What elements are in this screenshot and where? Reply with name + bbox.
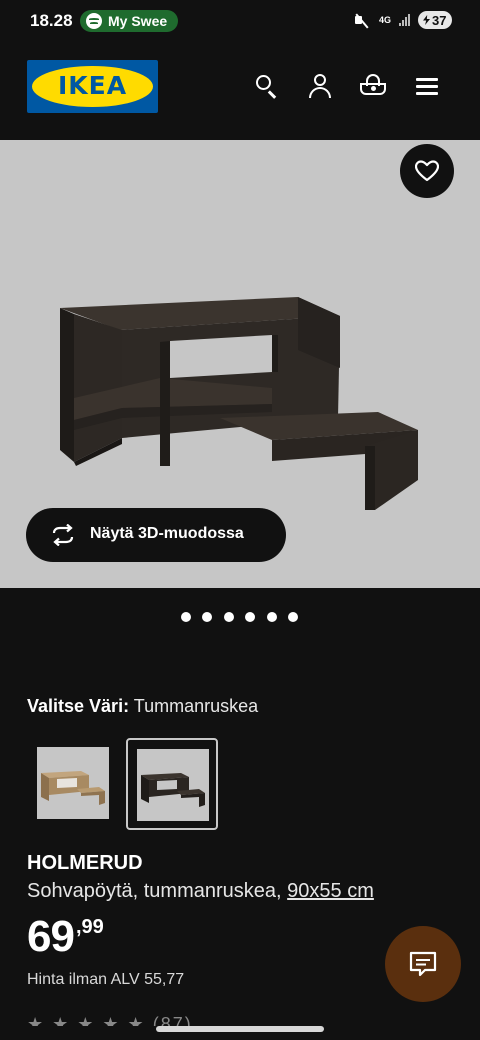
rating-count: (87) bbox=[152, 1014, 193, 1026]
product-image-gallery[interactable]: Näytä 3D-muodossa bbox=[0, 140, 480, 588]
network-type: 4G bbox=[378, 14, 391, 25]
menu-icon bbox=[416, 78, 438, 81]
profile-button[interactable] bbox=[304, 70, 336, 102]
carousel-dot[interactable] bbox=[224, 612, 234, 622]
spotify-icon bbox=[86, 13, 102, 29]
product-name: HOLMERUD bbox=[27, 852, 143, 874]
oak-table-thumbnail bbox=[37, 747, 109, 819]
dark-brown-table-thumbnail bbox=[137, 749, 209, 821]
logo-wordmark: IKEA bbox=[57, 71, 128, 100]
chat-icon bbox=[409, 951, 437, 977]
profile-icon bbox=[314, 74, 326, 86]
favourite-button[interactable] bbox=[400, 144, 454, 198]
product-description: Sohvapöytä, tummanruskea, 90x55 cm bbox=[27, 880, 374, 903]
status-bar: 18.28 My Swee 4G 37 bbox=[0, 0, 480, 40]
home-indicator[interactable] bbox=[156, 1026, 324, 1032]
battery-indicator: 37 bbox=[418, 11, 452, 29]
product-description-text: Sohvapöytä, tummanruskea, bbox=[27, 880, 282, 902]
chat-button[interactable] bbox=[385, 926, 461, 1002]
view-3d-button[interactable]: Näytä 3D-muodossa bbox=[26, 508, 286, 562]
charging-icon bbox=[423, 15, 430, 25]
rating-row[interactable]: ★ ★ ★ ★ ★ (87) bbox=[27, 1014, 193, 1026]
rating-stars-icon: ★ ★ ★ ★ ★ bbox=[27, 1014, 146, 1026]
status-indicators: 4G 37 bbox=[353, 11, 452, 29]
carousel-dot[interactable] bbox=[267, 612, 277, 622]
carousel-dot[interactable] bbox=[245, 612, 255, 622]
carousel-dot[interactable] bbox=[288, 612, 298, 622]
colour-option-dark-brown[interactable] bbox=[126, 738, 218, 830]
price-integer: 69 bbox=[27, 912, 75, 961]
product-dimensions-link[interactable]: 90x55 cm bbox=[287, 880, 374, 902]
app-header: IKEA bbox=[0, 40, 480, 140]
status-time: 18.28 bbox=[30, 11, 73, 30]
price-excluding-vat: Hinta ilman ALV 55,77 bbox=[27, 971, 185, 988]
cart-button[interactable] bbox=[357, 70, 389, 102]
rotate-3d-icon bbox=[52, 524, 74, 546]
product-price: 69,99 bbox=[27, 912, 104, 962]
heart-icon bbox=[415, 160, 439, 182]
now-playing-pill[interactable]: My Swee bbox=[80, 10, 178, 32]
signal-icon bbox=[399, 14, 410, 26]
carousel-dot[interactable] bbox=[181, 612, 191, 622]
colour-label: Valitse Väri: bbox=[27, 696, 130, 716]
ikea-logo[interactable]: IKEA bbox=[27, 60, 158, 113]
product-image bbox=[60, 297, 418, 510]
search-button[interactable] bbox=[250, 70, 282, 102]
mute-icon bbox=[353, 12, 371, 28]
battery-level: 37 bbox=[432, 12, 447, 28]
view-3d-label: Näytä 3D-muodossa bbox=[90, 525, 244, 542]
carousel-indicator bbox=[0, 610, 480, 624]
carousel-dot[interactable] bbox=[202, 612, 212, 622]
colour-heading: Valitse Väri: Tummanruskea bbox=[27, 696, 258, 717]
now-playing-text: My Swee bbox=[108, 13, 168, 29]
menu-button[interactable] bbox=[411, 70, 443, 102]
price-decimal: ,99 bbox=[75, 916, 104, 938]
colour-value: Tummanruskea bbox=[133, 696, 259, 716]
search-icon bbox=[256, 75, 271, 90]
colour-option-oak[interactable] bbox=[28, 738, 120, 830]
